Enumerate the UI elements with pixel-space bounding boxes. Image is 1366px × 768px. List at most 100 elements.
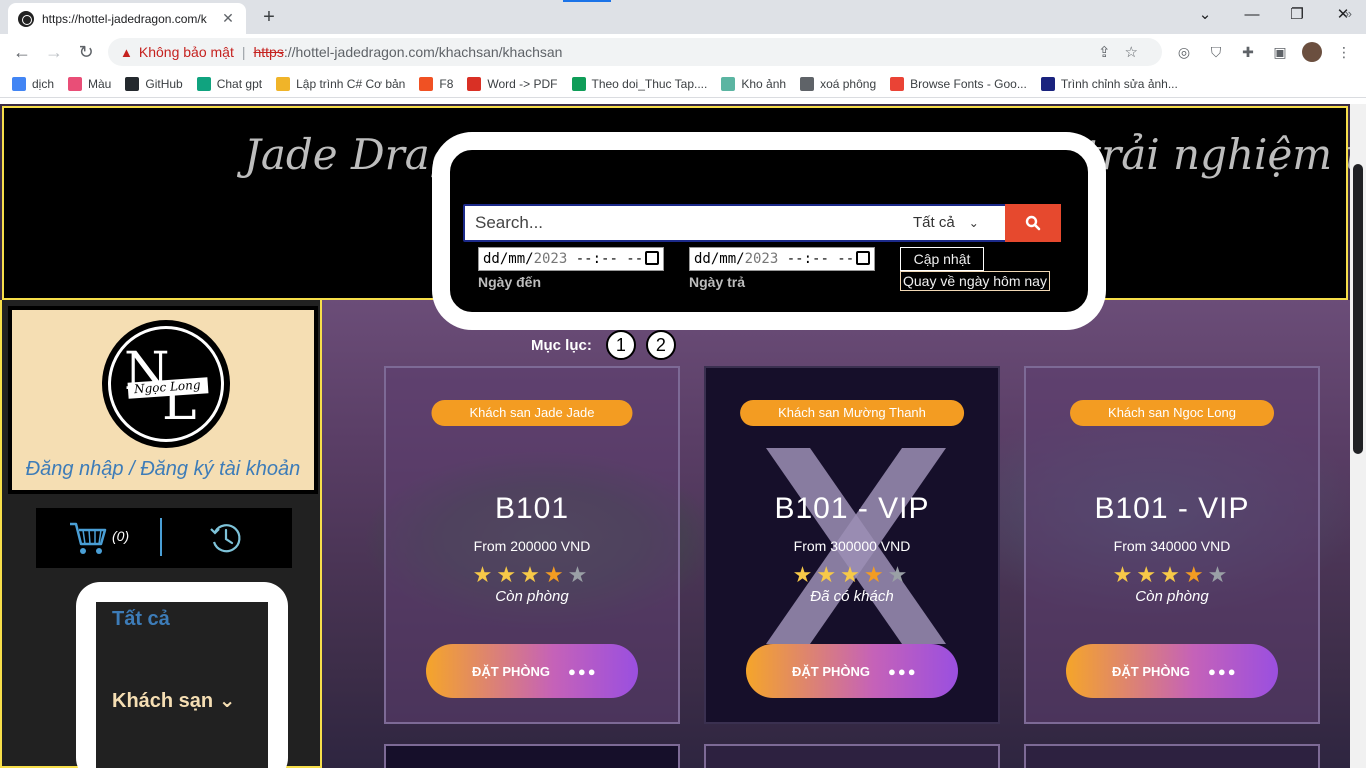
page-button-2[interactable]: 2 — [645, 330, 676, 360]
search-button[interactable] — [1005, 204, 1061, 242]
update-button[interactable]: Cập nhật — [900, 247, 984, 271]
bookmark-favicon-icon — [419, 76, 434, 91]
bookmark-item[interactable]: Kho ảnh — [721, 76, 786, 91]
bookmark-item[interactable]: F8 — [419, 76, 453, 91]
rating-stars: ★★★★★ — [1026, 562, 1318, 588]
browser-toolbar: ← → ↻ ▲ Không bảo mật | https ://hottel-… — [0, 34, 1366, 70]
room-card: Khách san Ngoc Long B101 - VIP From 3400… — [1024, 366, 1320, 724]
bookmark-favicon-icon — [196, 76, 211, 91]
bookmark-item[interactable]: Lập trình C# Cơ bản — [276, 76, 405, 91]
room-status: Còn phòng — [1135, 588, 1209, 605]
login-register-link[interactable]: Đăng nhập / Đăng ký tài khoản — [12, 458, 314, 481]
address-bar[interactable]: ▲ Không bảo mật | https ://hottel-jadedr… — [108, 38, 1162, 66]
calendar-icon[interactable] — [645, 251, 659, 265]
bookmark-favicon-icon — [276, 76, 291, 91]
tab-title: https://hottel-jadedragon.com/k — [42, 11, 207, 26]
security-status[interactable]: Không bảo mật — [139, 44, 234, 60]
book-room-label: ĐẶT PHÒNG — [1112, 663, 1190, 679]
browser-tab-strip: https://hottel-jadedragon.com/k ✕ + ⌄ — … — [0, 0, 1366, 34]
search-panel: Tất cả ⌄ dd/mm/2023 --:-- -- Ngày đến dd/… — [432, 132, 1106, 330]
scrollbar-thumb[interactable] — [1353, 164, 1363, 454]
hotel-tag[interactable]: Khách san Jade Jade — [431, 400, 633, 426]
bookmark-label: GitHub — [145, 76, 183, 91]
menu-kebab-icon[interactable]: ⋮ — [1334, 42, 1354, 62]
reload-icon[interactable]: ↻ — [74, 40, 98, 64]
menu-item-all[interactable]: Tất cả — [112, 608, 170, 631]
bookmark-favicon-icon — [125, 76, 140, 91]
user-actions-bar: (0) — [36, 508, 292, 568]
hotel-tag[interactable]: Khách san Mường Thanh — [740, 400, 964, 426]
history-icon[interactable] — [208, 520, 244, 556]
extensions-puzzle-icon[interactable]: ✚ — [1238, 42, 1258, 62]
room-card: Khách san Mường Thanh B101 - VIP From 30… — [704, 366, 1000, 724]
checkout-year: 2023 — [744, 251, 779, 267]
room-card: Khách san Jade Jade B101 From 200000 VND… — [384, 366, 680, 724]
cart-icon[interactable] — [68, 520, 108, 556]
extension-shield-icon[interactable]: ⛉ — [1206, 42, 1226, 62]
checkout-date-input[interactable]: dd/mm/2023 --:-- -- — [689, 247, 875, 271]
room-price: From 200000 VND — [473, 538, 591, 554]
bookmark-label: Word -> PDF — [487, 76, 558, 91]
search-input[interactable] — [465, 206, 905, 240]
star-icon: ★ — [520, 562, 544, 587]
new-tab-button[interactable]: + — [256, 5, 282, 31]
dots-icon: ●●● — [888, 663, 918, 679]
bookmark-item[interactable]: Browse Fonts - Goo... — [890, 76, 1027, 91]
bookmark-item[interactable]: dịch — [12, 76, 55, 91]
bookmark-favicon-icon — [12, 76, 26, 91]
side-panel-icon[interactable]: ▣ — [1270, 42, 1290, 62]
checkin-label: Ngày đến — [478, 274, 542, 290]
book-room-label: ĐẶT PHÒNG — [472, 663, 550, 679]
rating-stars: ★★★★★ — [706, 562, 998, 588]
calendar-icon[interactable] — [856, 251, 870, 265]
maximize-button[interactable]: ❐ — [1282, 4, 1312, 30]
bookmark-item[interactable]: Chat gpt — [196, 76, 263, 91]
back-icon[interactable]: ← — [10, 40, 34, 64]
share-star-icons[interactable]: ⇪☆ — [1098, 43, 1152, 61]
brand-logo: N L Ngọc Long — [102, 320, 230, 448]
bookmark-label: Chat gpt — [216, 76, 263, 91]
page-button-1[interactable]: 1 — [605, 330, 636, 360]
book-room-button[interactable]: ĐẶT PHÒNG ●●● — [426, 644, 638, 698]
forward-icon[interactable]: → — [42, 40, 66, 64]
star-icon: ★ — [816, 562, 841, 587]
tab-search-icon[interactable]: ⌄ — [1190, 4, 1220, 30]
bookmark-item[interactable]: GitHub — [125, 76, 183, 91]
bookmark-item[interactable]: Word -> PDF — [467, 76, 558, 91]
tab-close-icon[interactable]: ✕ — [220, 10, 236, 27]
bookmark-item[interactable]: xoá phông — [800, 76, 877, 91]
bookmark-item[interactable]: Trình chỉnh sửa ảnh... — [1040, 76, 1178, 91]
browser-tab[interactable]: https://hottel-jadedragon.com/k ✕ — [8, 3, 246, 34]
category-select[interactable]: Tất cả ⌄ — [913, 214, 979, 231]
extension-compass-icon[interactable]: ◎ — [1174, 42, 1194, 62]
menu-item-hotel[interactable]: Khách sạn ⌄ — [112, 688, 235, 713]
url-text: ://hottel-jadedragon.com/khachsan/khachs… — [283, 44, 563, 60]
warning-icon[interactable]: ▲ — [120, 45, 133, 60]
bookmark-item[interactable]: Màu — [68, 76, 111, 91]
book-room-button[interactable]: ĐẶT PHÒNG ●●● — [746, 644, 958, 698]
minimize-button[interactable]: — — [1237, 4, 1267, 30]
star-icon: ★ — [1183, 562, 1208, 587]
bookmark-label: dịch — [32, 76, 55, 91]
checkin-date-input[interactable]: dd/mm/2023 --:-- -- — [478, 247, 664, 271]
category-menu-list: Tất cả Khách sạn ⌄ — [96, 602, 268, 768]
page-scrollbar[interactable] — [1350, 104, 1366, 768]
back-to-today-button[interactable]: Quay về ngày hôm nay — [900, 271, 1050, 291]
chevron-down-icon: ⌄ — [968, 216, 979, 230]
book-room-button[interactable]: ĐẶT PHÒNG ●●● — [1066, 644, 1278, 698]
bookmarks-overflow-icon[interactable]: » — [1345, 6, 1352, 21]
category-select-value: Tất cả — [913, 214, 955, 231]
dots-icon: ●●● — [1208, 663, 1238, 679]
hotel-tag[interactable]: Khách san Ngoc Long — [1070, 400, 1274, 426]
star-icon: ★ — [863, 562, 888, 587]
room-card-next-row — [1024, 744, 1320, 768]
profile-avatar[interactable] — [1302, 42, 1322, 62]
bookmark-label: Browse Fonts - Goo... — [910, 76, 1027, 91]
bookmark-item[interactable]: Theo doi_Thuc Tap.... — [571, 76, 707, 91]
close-window-button[interactable]: ✕ — [1328, 4, 1358, 30]
bookmark-favicon-icon — [1040, 76, 1055, 91]
bookmark-label: xoá phông — [820, 76, 877, 91]
room-status: Đã có khách — [810, 588, 894, 605]
address-separator: | — [241, 44, 246, 60]
star-icon: ★ — [792, 562, 817, 587]
